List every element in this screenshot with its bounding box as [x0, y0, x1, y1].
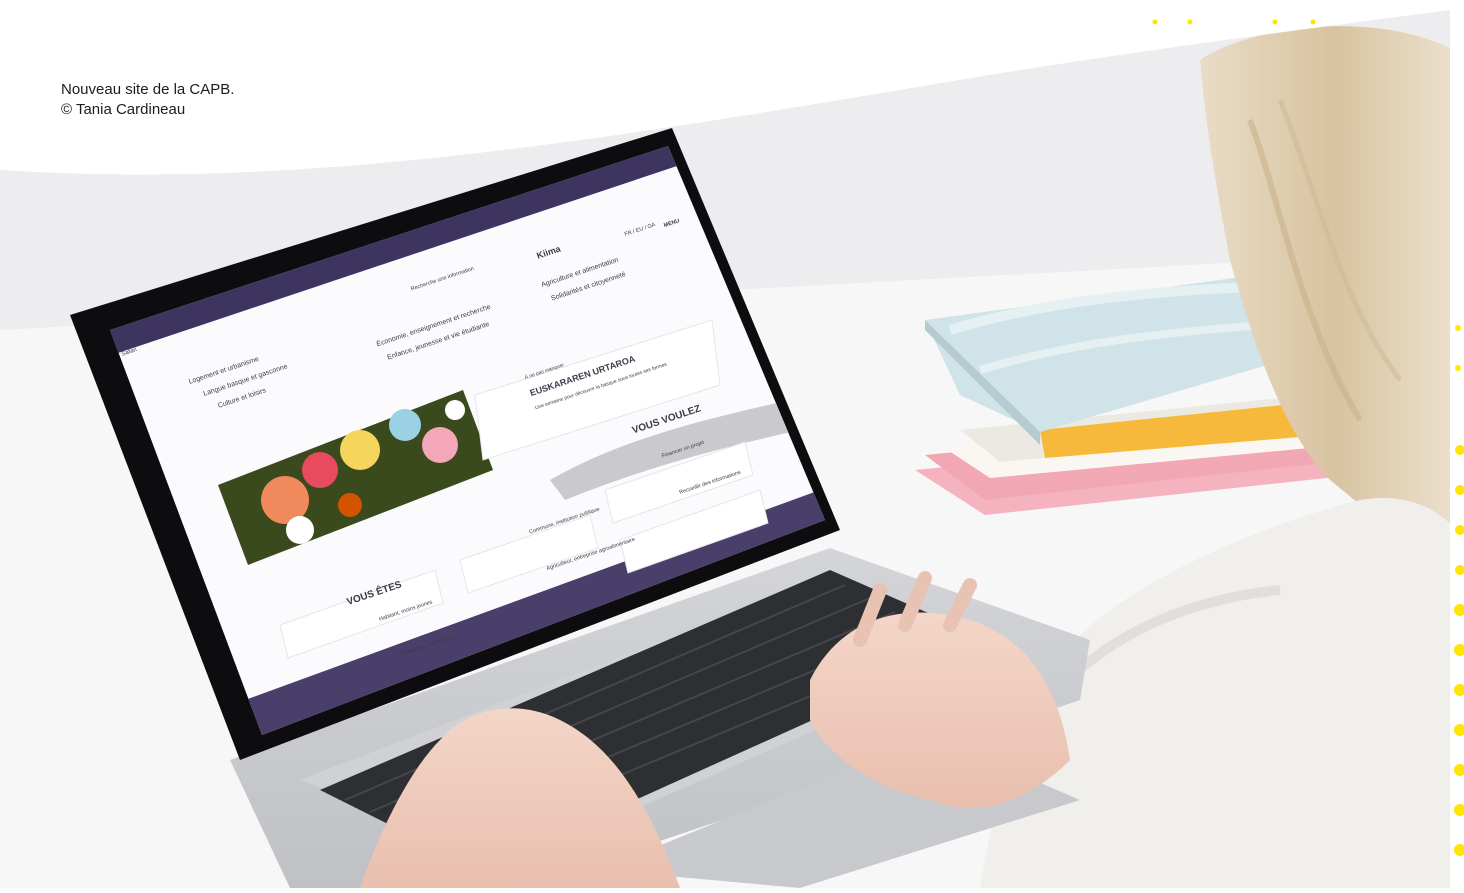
- caption-credit: © Tania Cardineau: [61, 101, 186, 118]
- photo-scene: Safari Logement et urbanisme Langue basq…: [0, 0, 1464, 888]
- laptop-photo: Safari Logement et urbanisme Langue basq…: [0, 0, 1464, 888]
- caption-title: Nouveau site de la CAPB.: [61, 81, 235, 98]
- photo-caption: Nouveau site de la CAPB. © Tania Cardine…: [61, 80, 234, 120]
- yellow-dot-rail: [1454, 325, 1464, 856]
